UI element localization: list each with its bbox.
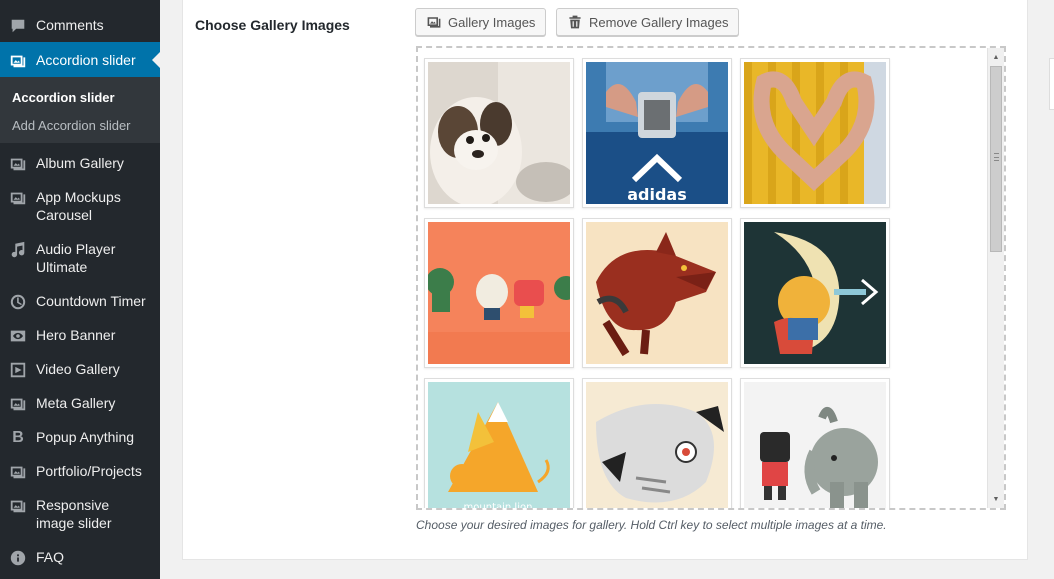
gallery-images-container[interactable]: adidas mountain lion ▲ ▼: [416, 46, 1006, 510]
gallery-icon: [8, 154, 28, 174]
submenu-item-accordion-slider[interactable]: Accordion slider: [12, 90, 115, 106]
sidebar-item-app-mockups-carousel[interactable]: App Mockups Carousel: [0, 188, 160, 224]
sidebar-item-label: Accordion slider: [36, 52, 136, 68]
partial-side-box: [1049, 58, 1054, 110]
scroll-up-arrow-icon[interactable]: ▲: [988, 50, 1004, 64]
sidebar-item-label: Audio Player Ultimate: [36, 241, 116, 275]
gallery-thumb-heart-hands[interactable]: [740, 58, 890, 208]
admin-sidebar: Comments Accordion slider Accordion slid…: [0, 0, 160, 579]
sidebar-item-label: FAQ: [36, 549, 65, 565]
gallery-thumb-mountain-lion[interactable]: mountain lion: [424, 378, 574, 510]
gallery-thumb-moon-hero[interactable]: [740, 218, 890, 368]
gallery-icon: [8, 188, 28, 208]
trash-icon: [569, 15, 581, 29]
gallery-images-button-label: Gallery Images: [448, 14, 536, 30]
sidebar-item-faq[interactable]: FAQ: [0, 548, 160, 568]
svg-text:adidas: adidas: [627, 185, 687, 204]
remove-gallery-images-button[interactable]: Remove Gallery Images: [556, 8, 740, 36]
gallery-thumb-wolf-illustration[interactable]: [582, 218, 732, 368]
accordion-submenu: Accordion slider Add Accordion slider: [0, 77, 160, 143]
sidebar-item-audio-player-ultimate[interactable]: Audio Player Ultimate: [0, 240, 160, 276]
submenu-item-add-accordion-slider[interactable]: Add Accordion slider: [12, 118, 131, 134]
choose-gallery-images-label: Choose Gallery Images: [195, 17, 350, 33]
gallery-thumb-hoodie-hands[interactable]: adidas: [582, 58, 732, 208]
gallery-thumb-elephant-skeleton[interactable]: [582, 378, 732, 508]
mountain-lion-caption: mountain lion: [464, 502, 533, 510]
music-icon: [8, 240, 28, 260]
gallery-scrollbar[interactable]: ▲ ▼: [987, 48, 1004, 508]
sidebar-item-label: Comments: [36, 17, 104, 33]
sidebar-item-label: Countdown Timer: [36, 293, 146, 309]
gallery-icon: [8, 462, 28, 482]
sidebar-item-label: Meta Gallery: [36, 395, 116, 411]
sidebar-item-popup-anything[interactable]: B Popup Anything: [0, 428, 160, 448]
sidebar-item-video-gallery[interactable]: Video Gallery: [0, 360, 160, 380]
scroll-down-arrow-icon[interactable]: ▼: [988, 492, 1004, 506]
sidebar-item-label: Video Gallery: [36, 361, 120, 377]
sidebar-item-album-gallery[interactable]: Album Gallery: [0, 154, 160, 174]
sidebar-item-label: Responsive image slider: [36, 497, 112, 531]
scrollbar-thumb[interactable]: [990, 66, 1002, 252]
gallery-icon: [8, 394, 28, 414]
gallery-thumb-robot-elephant[interactable]: [740, 378, 890, 508]
comment-icon: [8, 16, 28, 36]
remove-gallery-images-button-label: Remove Gallery Images: [589, 14, 729, 30]
gallery-icon: [8, 51, 28, 71]
info-icon: [8, 548, 28, 568]
sidebar-item-portfolio-projects[interactable]: Portfolio/Projects: [0, 462, 160, 482]
video-icon: [8, 360, 28, 380]
sidebar-item-responsive-image-slider[interactable]: Responsive image slider: [0, 496, 160, 532]
sidebar-item-label: App Mockups Carousel: [36, 189, 121, 223]
sidebar-item-comments[interactable]: Comments: [0, 16, 160, 36]
gallery-thumb-veggie-characters[interactable]: [424, 218, 574, 368]
clock-icon: [8, 292, 28, 312]
sidebar-item-label: Portfolio/Projects: [36, 463, 142, 479]
sidebar-item-countdown-timer[interactable]: Countdown Timer: [0, 292, 160, 312]
sidebar-item-label: Album Gallery: [36, 155, 124, 171]
sidebar-item-label: Hero Banner: [36, 327, 116, 343]
gallery-help-text: Choose your desired images for gallery. …: [416, 518, 887, 532]
sidebar-item-meta-gallery[interactable]: Meta Gallery: [0, 394, 160, 414]
gallery-thumb-puppy[interactable]: [424, 58, 574, 208]
gallery-icon: [8, 496, 28, 516]
gallery-images-button[interactable]: Gallery Images: [415, 8, 547, 36]
sidebar-item-hero-banner[interactable]: Hero Banner: [0, 326, 160, 346]
sidebar-item-label: Popup Anything: [36, 429, 135, 445]
bold-b-icon: B: [12, 429, 24, 446]
gallery-icon: [427, 17, 441, 28]
sidebar-item-accordion-slider[interactable]: Accordion slider: [0, 42, 160, 77]
eye-icon: [8, 326, 28, 346]
